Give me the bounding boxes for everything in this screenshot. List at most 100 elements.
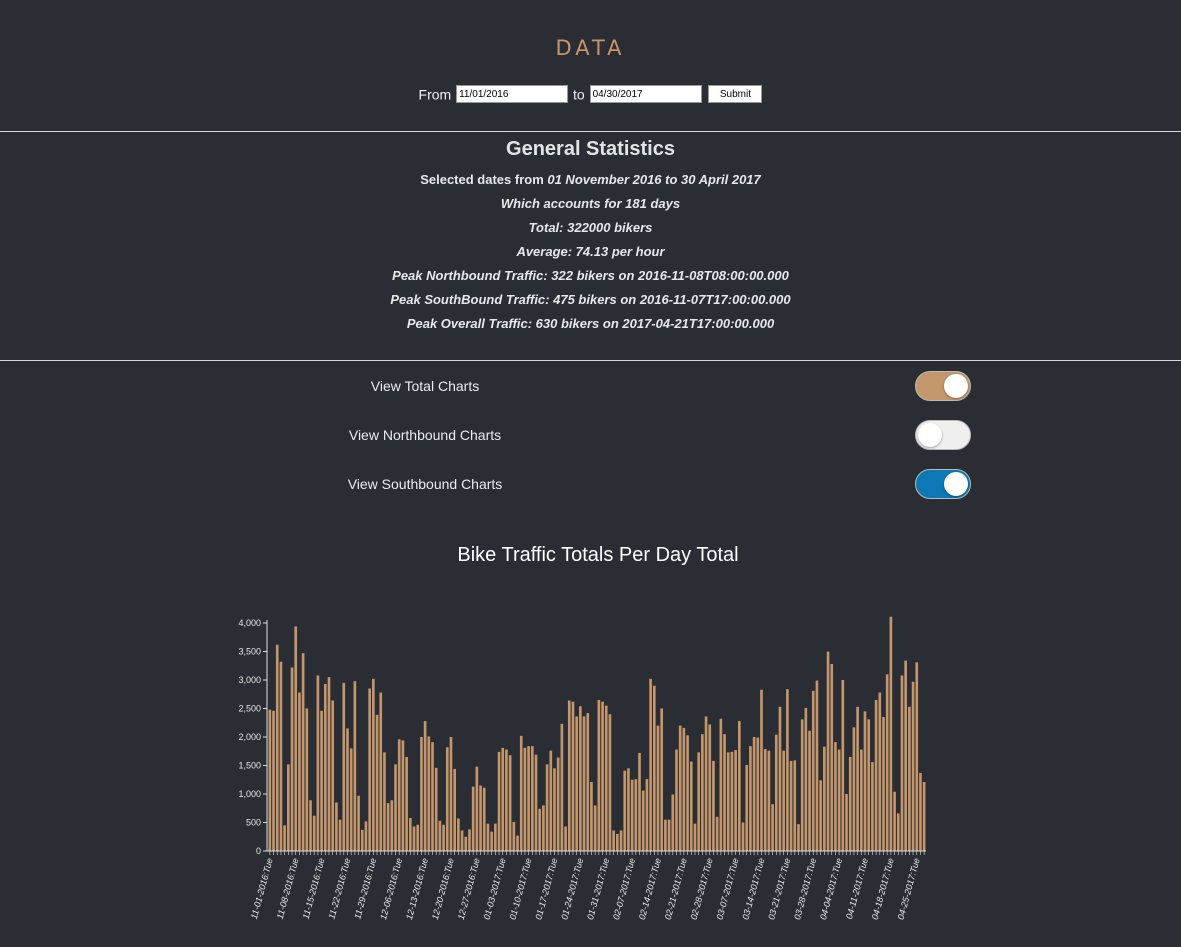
bar (375, 714, 379, 851)
toggle-northbound-knob (918, 423, 942, 447)
toggle-northbound-label: View Northbound Charts (348, 427, 502, 443)
bar (686, 735, 689, 851)
bar (383, 752, 386, 851)
x-tick-label: 12-13-2016:Tue (404, 857, 430, 921)
x-tick-label: 04-25-2017:Tue (896, 857, 922, 921)
bar (634, 779, 638, 851)
toggle-southbound-label: View Southbound Charts (347, 476, 503, 492)
bar (693, 823, 697, 851)
bar (597, 699, 601, 851)
chart-title: Bike Traffic Totals Per Day Total (457, 544, 739, 566)
bar (834, 742, 837, 851)
bar (416, 824, 420, 851)
bar (312, 815, 316, 851)
bar (623, 770, 627, 851)
x-tick-label: 01-10-2017:Tue (507, 857, 533, 921)
bar (760, 689, 763, 851)
bar (449, 737, 453, 851)
bar (401, 740, 405, 851)
bar (412, 826, 416, 851)
bar (786, 689, 789, 851)
x-tick-label: 02-14-2017:Tue (637, 857, 663, 921)
stat-days: Which accounts for 181 days (500, 196, 681, 211)
bar (652, 685, 656, 851)
toggle-total-label: View Total Charts (370, 378, 480, 394)
x-tick-label: 04-18-2017:Tue (870, 857, 896, 921)
bar (815, 680, 819, 851)
stat-selected-prefix: Selected dates from (420, 172, 548, 187)
bar (316, 675, 320, 851)
bar (908, 706, 911, 851)
bar (915, 662, 919, 851)
toggle-total-switch[interactable] (915, 371, 971, 401)
bar-chart: 0 500 1,000 1,500 2,000 2,500 3,000 3,500 4,000 1… (238, 616, 926, 921)
bar (553, 768, 556, 851)
bar (697, 752, 700, 851)
bar (534, 754, 538, 851)
from-date-input[interactable] (456, 85, 569, 104)
y-tick-label: 0 (256, 846, 261, 856)
bar (793, 760, 797, 851)
to-date-input[interactable] (589, 85, 702, 104)
submit-button[interactable]: Submit (708, 85, 763, 104)
bar (331, 700, 335, 851)
bar (268, 709, 272, 851)
bar (830, 664, 834, 851)
bar (434, 767, 438, 851)
bar (290, 667, 294, 851)
bar (390, 800, 394, 851)
stat-average: Average: 74.13 per hour (516, 244, 665, 259)
to-label: to (572, 86, 585, 103)
bar (386, 803, 390, 851)
x-tick-label: 01-03-2017:Tue (482, 857, 508, 921)
bar (579, 706, 582, 851)
bar (800, 719, 804, 851)
toggle-southbound-switch[interactable] (915, 469, 971, 499)
bar (723, 734, 726, 851)
bar (567, 700, 571, 851)
x-tick-label: 11-29-2016:Tue (352, 857, 378, 920)
bar (756, 737, 760, 851)
bar (660, 708, 664, 851)
bar (719, 718, 723, 851)
y-tick-label: 3,000 (238, 675, 261, 685)
bar (494, 823, 497, 851)
bar (911, 681, 915, 851)
bar (826, 651, 830, 851)
bar (878, 692, 882, 851)
bar (283, 825, 286, 851)
toggle-northbound-switch[interactable] (915, 420, 971, 450)
bar (763, 748, 767, 851)
bar (630, 779, 634, 851)
bar (394, 764, 397, 851)
y-tick-label: 2,500 (238, 704, 261, 714)
stat-peak-southbound: Peak SouthBound Traffic: 475 bikers on 2… (390, 292, 791, 307)
toggle-southbound-knob (944, 472, 968, 496)
bar (741, 822, 745, 851)
x-tick-label: 11-15-2016:Tue (301, 857, 327, 920)
bar (549, 750, 553, 851)
bar (904, 660, 907, 851)
bar (708, 724, 712, 851)
x-tick-label: 02-07-2017:Tue (611, 857, 637, 921)
bar (586, 713, 590, 851)
bar (364, 821, 368, 851)
bar (323, 683, 327, 851)
bar (353, 681, 357, 851)
bar (689, 761, 693, 851)
bar (645, 779, 649, 851)
bar (664, 819, 667, 851)
bar (608, 714, 612, 851)
bar (564, 826, 567, 851)
bar (505, 749, 508, 851)
y-tick-label: 1,000 (238, 789, 261, 799)
bar (349, 748, 353, 851)
bar (782, 750, 786, 851)
x-tick-label: 12-20-2016:Tue (430, 857, 456, 921)
bar (889, 616, 893, 851)
y-tick-label: 2,000 (238, 732, 261, 742)
bar (445, 747, 449, 851)
bar (896, 813, 900, 851)
x-tick-label: 03-28-2017:Tue (792, 857, 818, 921)
bar (420, 737, 423, 851)
